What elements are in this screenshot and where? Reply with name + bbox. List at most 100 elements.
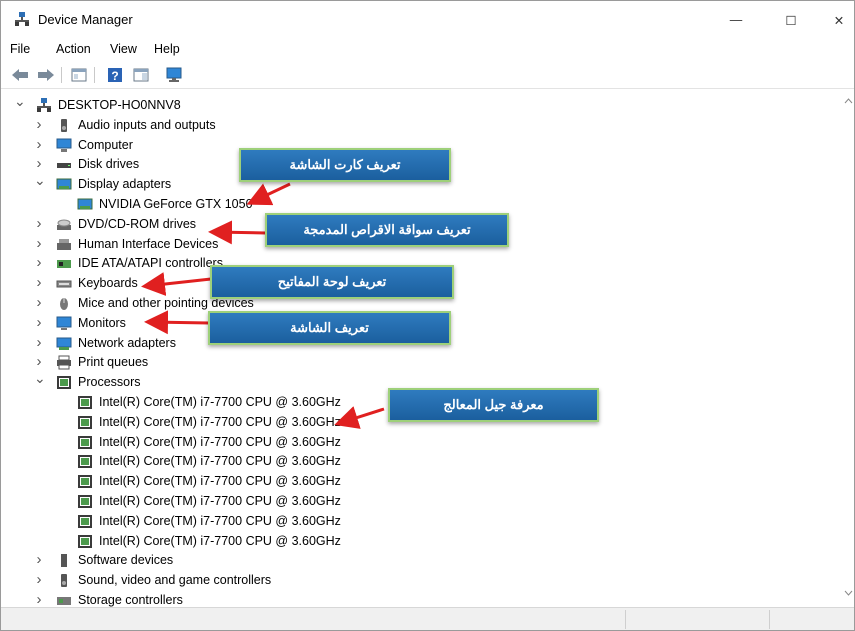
node-label: Intel(R) Core(TM) i7-7700 CPU @ 3.60GHz: [99, 454, 341, 469]
tree-node[interactable]: › Software devices: [1, 551, 841, 570]
node-label: DESKTOP-HO0NNV8: [58, 98, 181, 112]
maximize-button[interactable]: ☐: [768, 5, 814, 35]
menu-action[interactable]: Action: [56, 42, 91, 56]
chevron-down-icon[interactable]: ⌄: [34, 171, 46, 190]
node-label: Intel(R) Core(TM) i7-7700 CPU @ 3.60GHz: [99, 434, 341, 449]
tree-child-node[interactable]: Intel(R) Core(TM) i7-7700 CPU @ 3.60GHz: [1, 472, 841, 491]
chevron-right-icon[interactable]: ›: [34, 293, 44, 312]
processor-chip-icon: [77, 474, 93, 489]
disk-drive-icon: [56, 157, 72, 172]
processor-chip-icon: [77, 454, 93, 469]
node-label: Intel(R) Core(TM) i7-7700 CPU @ 3.60GHz: [99, 474, 341, 489]
details-pane-icon[interactable]: [131, 66, 151, 84]
node-label: Network adapters: [78, 335, 176, 350]
processor-chip-icon: [77, 395, 93, 410]
menu-file[interactable]: File: [10, 42, 30, 56]
computer-root-icon: [36, 98, 52, 113]
chevron-right-icon[interactable]: ›: [34, 135, 44, 154]
chevron-down-icon[interactable]: ⌄: [14, 92, 26, 111]
node-label: Display adapters: [78, 177, 172, 192]
node-label: Storage controllers: [78, 593, 183, 607]
callout-monitor-driver: تعريف الشاشة: [208, 311, 451, 345]
dvd-drive-icon: [56, 217, 72, 232]
tree-child-node[interactable]: Intel(R) Core(TM) i7-7700 CPU @ 3.60GHz: [1, 452, 841, 471]
node-label: Processors: [78, 375, 141, 390]
menu-help[interactable]: Help: [154, 42, 180, 56]
close-button[interactable]: ✕: [816, 5, 854, 35]
back-arrow-icon[interactable]: [10, 66, 30, 84]
node-label: Sound, video and game controllers: [78, 573, 272, 588]
window-title: Device Manager: [38, 12, 133, 27]
node-label: Disk drives: [78, 157, 140, 172]
processor-icon: [56, 375, 72, 390]
gpu-chip-icon: [77, 197, 93, 212]
title-bar[interactable]: Device Manager — ☐ ✕: [1, 1, 854, 39]
keyboard-icon: [56, 276, 72, 291]
tree-child-node[interactable]: Intel(R) Core(TM) i7-7700 CPU @ 3.60GHz: [1, 433, 841, 452]
tree-child-node[interactable]: NVIDIA GeForce GTX 1050: [1, 195, 841, 214]
node-label: Computer: [78, 137, 133, 152]
tree-node[interactable]: › Print queues: [1, 353, 841, 372]
callout-keyboard-driver: تعريف لوحة المفاتيح: [210, 265, 454, 299]
callout-cpu-generation: معرفة جيل المعالج: [388, 388, 599, 422]
chevron-down-icon[interactable]: ⌄: [34, 369, 46, 388]
display-adapter-icon: [56, 177, 72, 192]
storage-controller-icon: [56, 593, 72, 607]
node-label: IDE ATA/ATAPI controllers: [78, 256, 223, 271]
tree-child-node[interactable]: Intel(R) Core(TM) i7-7700 CPU @ 3.60GHz: [1, 492, 841, 511]
menu-view[interactable]: View: [110, 42, 137, 56]
software-device-icon: [56, 553, 72, 568]
mouse-icon: [56, 296, 72, 311]
tree-node[interactable]: › Audio inputs and outputs: [1, 116, 841, 135]
tree-node[interactable]: › Sound, video and game controllers: [1, 571, 841, 590]
toolbar: ?: [1, 62, 854, 89]
node-label: Intel(R) Core(TM) i7-7700 CPU @ 3.60GHz: [99, 395, 341, 409]
node-label: NVIDIA GeForce GTX 1050: [99, 197, 253, 211]
node-label: Human Interface Devices: [78, 236, 219, 251]
node-label: Monitors: [78, 315, 126, 330]
node-label: Print queues: [78, 355, 149, 370]
callout-dvd-driver: تعريف سواقة الاقراص المدمجة: [265, 213, 509, 247]
tree-child-node[interactable]: Intel(R) Core(TM) i7-7700 CPU @ 3.60GHz: [1, 532, 841, 551]
hid-icon: [56, 237, 72, 252]
chevron-right-icon[interactable]: ›: [34, 214, 44, 233]
chevron-right-icon[interactable]: ›: [34, 313, 44, 332]
node-label: Keyboards: [78, 276, 138, 291]
chevron-right-icon[interactable]: ›: [34, 273, 44, 292]
minimize-button[interactable]: —: [713, 5, 759, 35]
ide-controller-icon: [56, 256, 72, 271]
processor-chip-icon: [77, 435, 93, 450]
node-label: Software devices: [78, 553, 174, 568]
chevron-right-icon[interactable]: ›: [34, 570, 44, 589]
tree-child-node[interactable]: Intel(R) Core(TM) i7-7700 CPU @ 3.60GHz: [1, 512, 841, 531]
properties-icon[interactable]: [69, 66, 89, 84]
node-label: Intel(R) Core(TM) i7-7700 CPU @ 3.60GHz: [99, 414, 341, 429]
help-icon[interactable]: ?: [105, 66, 125, 84]
chevron-right-icon[interactable]: ›: [34, 115, 44, 134]
printer-icon: [56, 355, 72, 370]
processor-chip-icon: [77, 494, 93, 509]
tree-root[interactable]: ⌄ DESKTOP-HO0NNV8: [1, 93, 841, 115]
node-label: Audio inputs and outputs: [78, 117, 216, 132]
node-label: Intel(R) Core(TM) i7-7700 CPU @ 3.60GHz: [99, 533, 341, 548]
chevron-right-icon[interactable]: ›: [34, 590, 44, 607]
speaker-icon: [56, 118, 72, 133]
tree-node[interactable]: › Storage controllers: [1, 591, 841, 607]
vertical-scrollbar[interactable]: [843, 91, 854, 607]
monitor-scan-icon[interactable]: [164, 66, 184, 84]
svg-text:?: ?: [111, 69, 118, 83]
chevron-right-icon[interactable]: ›: [34, 333, 44, 352]
forward-arrow-icon[interactable]: [36, 66, 56, 84]
processor-chip-icon: [77, 415, 93, 430]
status-bar: [1, 607, 854, 630]
chevron-right-icon[interactable]: ›: [34, 253, 44, 272]
node-label: Intel(R) Core(TM) i7-7700 CPU @ 3.60GHz: [99, 513, 341, 528]
processor-chip-icon: [77, 514, 93, 529]
chevron-right-icon[interactable]: ›: [34, 550, 44, 569]
node-label: DVD/CD-ROM drives: [78, 216, 197, 231]
sound-icon: [56, 573, 72, 588]
callout-gpu-driver: تعريف كارت الشاشة: [239, 148, 451, 182]
network-adapter-icon: [56, 336, 72, 351]
device-manager-icon: [14, 11, 30, 27]
chevron-right-icon[interactable]: ›: [34, 234, 44, 253]
